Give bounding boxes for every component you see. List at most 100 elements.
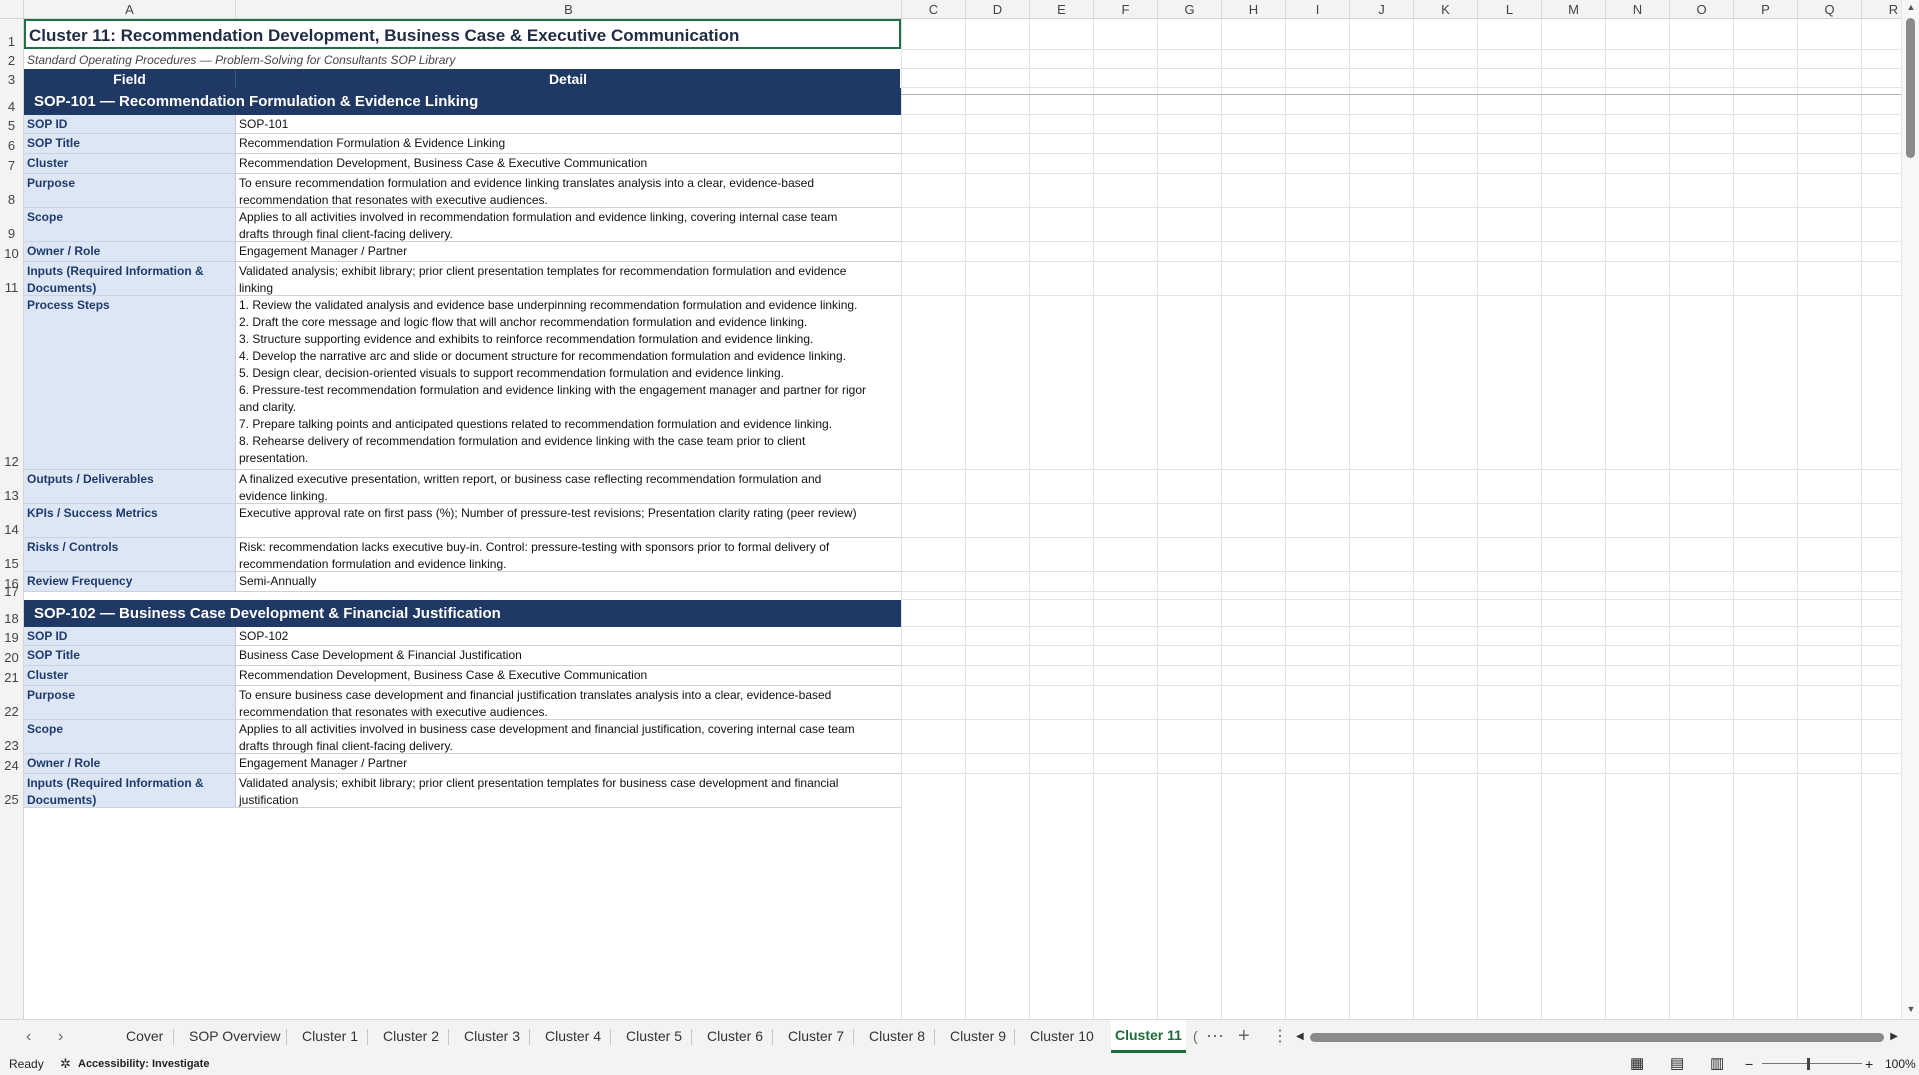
scroll-left-arrow-icon[interactable]: ◀ — [1296, 1030, 1304, 1044]
field-detail-cell[interactable]: A finalized executive presentation, writ… — [235, 470, 901, 504]
row-header-23[interactable]: 23 — [0, 720, 24, 754]
sheet-tab-cluster-10[interactable]: Cluster 10 — [1026, 1020, 1098, 1053]
header-field-cell[interactable]: Field — [24, 69, 235, 88]
row-header-2[interactable]: 2 — [0, 50, 24, 69]
field-label-cell[interactable]: Scope — [24, 208, 235, 242]
row-header-10[interactable]: 10 — [0, 242, 24, 262]
field-detail-cell[interactable]: Business Case Development & Financial Ju… — [235, 646, 901, 666]
row-header-7[interactable]: 7 — [0, 154, 24, 174]
field-detail-cell[interactable]: Recommendation Development, Business Cas… — [235, 666, 901, 686]
column-header-a[interactable]: A — [24, 0, 236, 19]
field-detail-cell[interactable]: SOP-101 — [235, 115, 901, 134]
sheet-tab-sop-overview[interactable]: SOP Overview — [185, 1020, 285, 1053]
row-header-11[interactable]: 11 — [0, 262, 24, 296]
field-detail-cell[interactable]: Engagement Manager / Partner — [235, 754, 901, 774]
field-label-cell[interactable]: Owner / Role — [24, 242, 235, 262]
scroll-up-arrow-icon[interactable]: ▲ — [1902, 2, 1919, 12]
tab-options-icon[interactable]: ⋮ — [1272, 1020, 1288, 1053]
column-header-k[interactable]: K — [1414, 0, 1478, 19]
zoom-out-icon[interactable]: − — [1745, 1053, 1753, 1075]
sheet-tab-cluster-11[interactable]: Cluster 11 — [1111, 1020, 1186, 1053]
zoom-in-icon[interactable]: + — [1865, 1053, 1873, 1075]
sheet-title-cell[interactable]: Cluster 11: Recommendation Development, … — [24, 19, 901, 49]
horizontal-scroll-thumb[interactable] — [1310, 1033, 1884, 1042]
column-header-d[interactable]: D — [966, 0, 1030, 19]
sheet-tab-cluster-3[interactable]: Cluster 3 — [460, 1020, 524, 1053]
sheet-tab-cluster-2[interactable]: Cluster 2 — [379, 1020, 443, 1053]
accessibility-status[interactable]: Accessibility: Investigate — [78, 1053, 209, 1075]
row-header-9[interactable]: 9 — [0, 208, 24, 242]
column-header-q[interactable]: Q — [1798, 0, 1862, 19]
field-label-cell[interactable]: SOP ID — [24, 115, 235, 134]
sheet-tab-cluster-5[interactable]: Cluster 5 — [622, 1020, 686, 1053]
partial-tab-marker[interactable]: ( — [1193, 1020, 1198, 1053]
field-detail-cell[interactable]: Applies to all activities involved in bu… — [235, 720, 901, 754]
field-label-cell[interactable]: Cluster — [24, 154, 235, 174]
column-header-c[interactable]: C — [902, 0, 966, 19]
field-label-cell[interactable]: SOP Title — [24, 646, 235, 666]
column-header-e[interactable]: E — [1030, 0, 1094, 19]
zoom-level[interactable]: 100% — [1885, 1053, 1916, 1075]
field-label-cell[interactable]: Outputs / Deliverables — [24, 470, 235, 504]
section-heading[interactable]: SOP-101 — Recommendation Formulation & E… — [24, 88, 901, 115]
field-detail-cell[interactable]: Semi-Annually — [235, 572, 901, 592]
field-detail-cell[interactable]: Recommendation Formulation & Evidence Li… — [235, 134, 901, 154]
sheet-grid[interactable]: Cluster 11: Recommendation Development, … — [24, 19, 1901, 1019]
horizontal-scrollbar[interactable]: ◀ ▶ — [1296, 1030, 1898, 1044]
column-header-f[interactable]: F — [1094, 0, 1158, 19]
accessibility-icon[interactable]: ✲ — [60, 1053, 71, 1075]
field-detail-cell[interactable]: To ensure recommendation formulation and… — [235, 174, 901, 208]
row-header-8[interactable]: 8 — [0, 174, 24, 208]
row-header-1[interactable]: 1 — [0, 19, 24, 50]
more-tabs-icon[interactable]: ⋯ — [1206, 1020, 1224, 1053]
sheet-subtitle-cell[interactable]: Standard Operating Procedures — Problem-… — [24, 50, 901, 69]
section-heading[interactable]: SOP-102 — Business Case Development & Fi… — [24, 600, 901, 627]
row-header-20[interactable]: 20 — [0, 646, 24, 666]
normal-view-icon[interactable]: ▦ — [1630, 1053, 1644, 1075]
page-layout-view-icon[interactable]: ▤ — [1670, 1053, 1684, 1075]
scroll-right-arrow-icon[interactable]: ▶ — [1890, 1030, 1898, 1044]
field-label-cell[interactable]: Cluster — [24, 666, 235, 686]
add-sheet-icon[interactable]: + — [1238, 1020, 1250, 1053]
field-label-cell[interactable]: SOP ID — [24, 627, 235, 646]
field-detail-cell[interactable]: Engagement Manager / Partner — [235, 242, 901, 262]
column-header-i[interactable]: I — [1286, 0, 1350, 19]
vertical-scroll-thumb[interactable] — [1906, 18, 1915, 158]
field-label-cell[interactable]: Review Frequency — [24, 572, 235, 592]
zoom-slider-track[interactable] — [1762, 1063, 1862, 1064]
select-all-corner[interactable] — [0, 0, 24, 19]
field-detail-cell[interactable]: Applies to all activities involved in re… — [235, 208, 901, 242]
field-detail-cell[interactable]: To ensure business case development and … — [235, 686, 901, 720]
column-header-j[interactable]: J — [1350, 0, 1414, 19]
sheet-tab-cluster-6[interactable]: Cluster 6 — [703, 1020, 767, 1053]
row-header-15[interactable]: 15 — [0, 538, 24, 572]
row-header-22[interactable]: 22 — [0, 686, 24, 720]
field-label-cell[interactable]: Process Steps — [24, 296, 235, 470]
column-header-n[interactable]: N — [1606, 0, 1670, 19]
column-header-h[interactable]: H — [1222, 0, 1286, 19]
sheet-tab-cluster-4[interactable]: Cluster 4 — [541, 1020, 605, 1053]
row-header-4[interactable]: 4 — [0, 88, 24, 115]
prev-sheet-icon[interactable]: ‹ — [26, 1020, 31, 1053]
field-label-cell[interactable]: Scope — [24, 720, 235, 754]
column-header-o[interactable]: O — [1670, 0, 1734, 19]
row-header-3[interactable]: 3 — [0, 69, 24, 88]
field-detail-cell[interactable]: Risk: recommendation lacks executive buy… — [235, 538, 901, 572]
field-detail-cell[interactable]: 1. Review the validated analysis and evi… — [235, 296, 901, 470]
sheet-tab-cluster-1[interactable]: Cluster 1 — [298, 1020, 362, 1053]
row-header-6[interactable]: 6 — [0, 134, 24, 154]
field-detail-cell[interactable]: Recommendation Development, Business Cas… — [235, 154, 901, 174]
row-header-25[interactable]: 25 — [0, 774, 24, 808]
row-header-13[interactable]: 13 — [0, 470, 24, 504]
next-sheet-icon[interactable]: › — [58, 1020, 63, 1053]
field-detail-cell[interactable]: Validated analysis; exhibit library; pri… — [235, 774, 901, 808]
row-header-17[interactable]: 17 — [0, 584, 24, 600]
field-label-cell[interactable]: SOP Title — [24, 134, 235, 154]
column-header-l[interactable]: L — [1478, 0, 1542, 19]
row-header-18[interactable]: 18 — [0, 600, 24, 627]
field-detail-cell[interactable]: SOP-102 — [235, 627, 901, 646]
column-header-p[interactable]: P — [1734, 0, 1798, 19]
row-header-21[interactable]: 21 — [0, 666, 24, 686]
field-detail-cell[interactable]: Validated analysis; exhibit library; pri… — [235, 262, 901, 296]
field-label-cell[interactable]: Inputs (Required Information & Documents… — [24, 262, 235, 296]
